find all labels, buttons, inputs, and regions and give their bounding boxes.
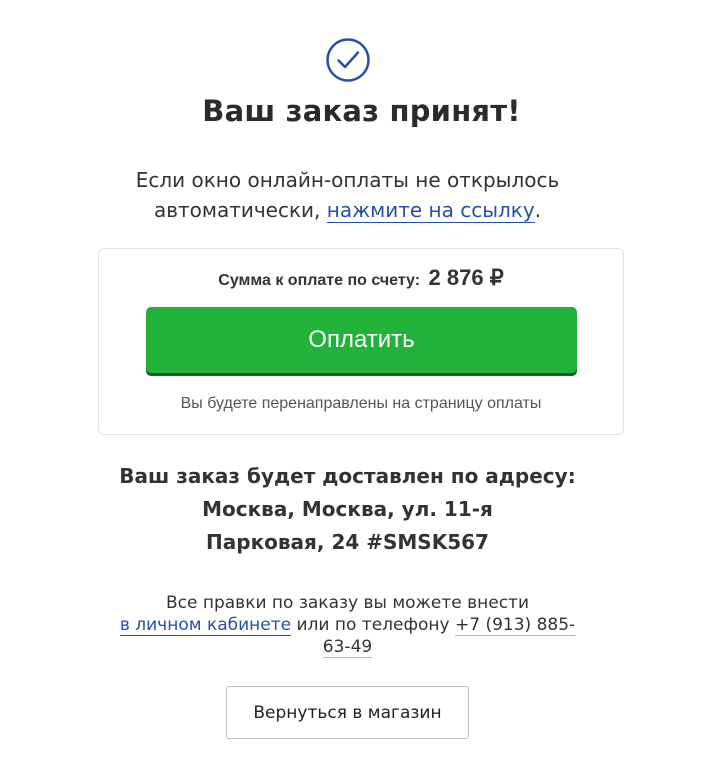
pay-button[interactable]: Оплатить [146,307,577,373]
payment-hint-suffix: . [534,198,542,222]
order-edit-text: Все правки по заказу вы можете внести [165,593,529,613]
delivery-address-line2: Парковая, 24 #SMSK567 [206,530,489,554]
redirect-note: Вы будете перенаправлены на страницу опл… [180,395,542,412]
payment-hint: Если окно онлайн-оплаты не открылось авт… [0,165,695,225]
delivery-address: Ваш заказ будет доставлен по адресу: Мос… [0,460,695,559]
payment-hint-prefix: автоматически, [153,198,327,222]
delivery-heading: Ваш заказ будет доставлен по адресу: [119,464,576,488]
order-edit-info: Все правки по заказу вы можете внести в … [100,592,595,658]
phone-number-part1[interactable]: +7 (913) 885- [455,615,576,636]
payment-card: Сумма к оплате по счету: 2 876 ₽ Оплатит… [98,248,624,435]
page-title: Ваш заказ принят! [202,94,521,128]
sum-label: Сумма к оплате по счету: [218,272,421,289]
order-confirmation: Ваш заказ принят! Если окно онлайн-оплат… [0,0,723,783]
delivery-address-line1: Москва, Москва, ул. 11-я [202,497,493,521]
payment-sum: Сумма к оплате по счету: 2 876 ₽ [99,265,623,291]
payment-hint-line1: Если окно онлайн-оплаты не открылось [135,168,560,192]
phone-number-part2[interactable]: 63-49 [322,637,373,658]
payment-link[interactable]: нажмите на ссылку [326,198,535,223]
order-edit-middle: или по телефону [291,615,455,635]
sum-value: 2 876 ₽ [428,265,504,290]
personal-cabinet-link[interactable]: в личном кабинете [119,615,292,636]
check-circle-icon [326,38,370,82]
back-to-shop-button[interactable]: Вернуться в магазин [226,686,469,739]
